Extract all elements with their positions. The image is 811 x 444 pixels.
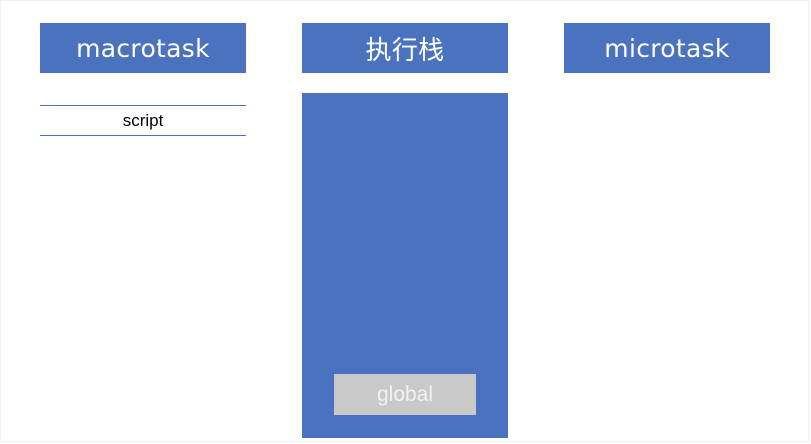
microtask-header: microtask (564, 23, 770, 73)
macrotask-header: macrotask (40, 23, 246, 73)
call-stack-frame: global (334, 374, 476, 415)
call-stack-header: 执行栈 (302, 23, 508, 73)
macrotask-queue-item: script (40, 105, 246, 136)
